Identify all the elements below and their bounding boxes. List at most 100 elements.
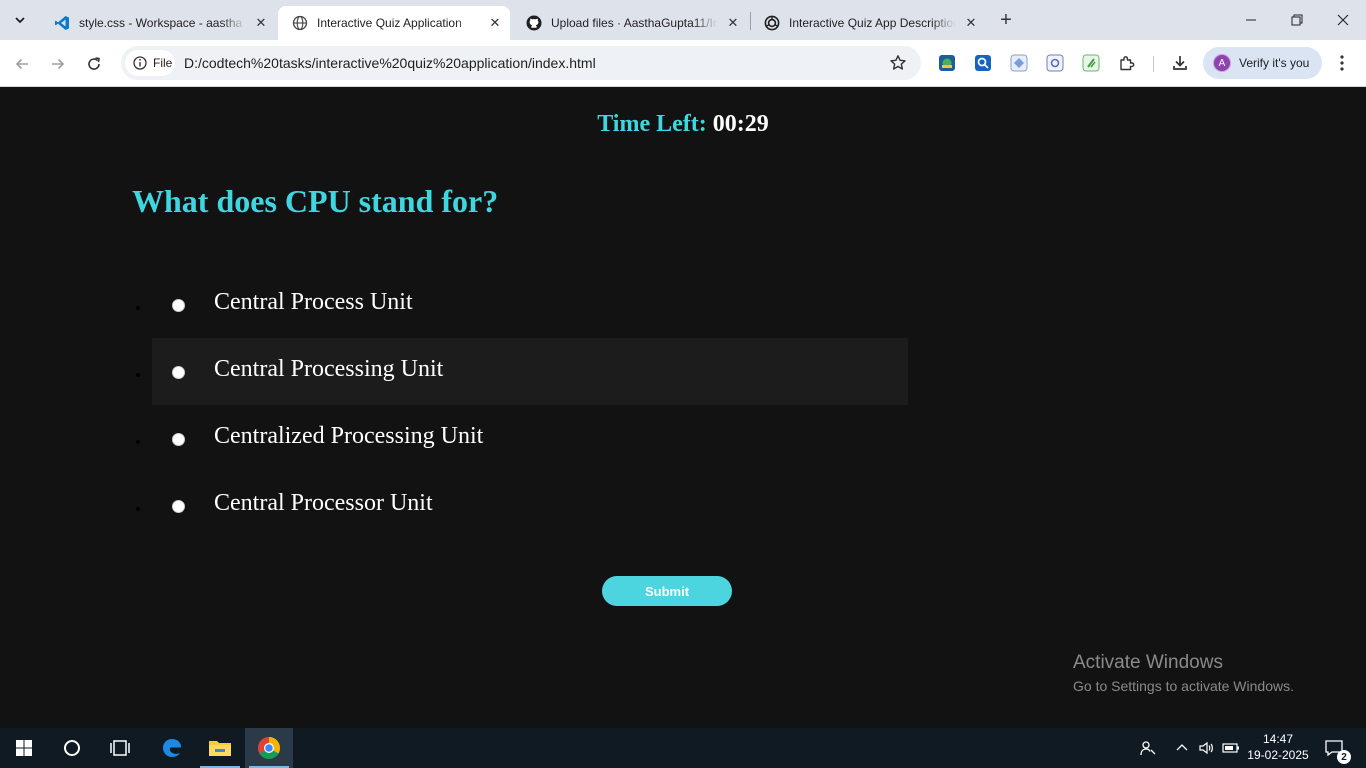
more-vertical-icon xyxy=(1340,55,1344,71)
timer-label: Time Left: xyxy=(597,111,707,137)
options-list: Central Process Unit Central Processing … xyxy=(136,271,908,539)
close-icon[interactable]: ✕ xyxy=(724,14,742,32)
chevron-up-icon xyxy=(1176,744,1188,751)
timer: Time Left: 00:29 xyxy=(0,111,1366,138)
browser-tab-strip: style.css - Workspace - aastha gupta - V… xyxy=(0,0,1366,40)
system-clock[interactable]: 14:47 19-02-2025 xyxy=(1244,731,1312,763)
option-radio[interactable] xyxy=(172,299,185,312)
reload-icon xyxy=(88,57,100,70)
extension-screenshot-icon[interactable] xyxy=(1046,54,1064,72)
tab-interactive-quiz[interactable]: Interactive Quiz Application ✕ xyxy=(278,6,510,40)
clock-time: 14:47 xyxy=(1262,732,1294,746)
question-text: What does CPU stand for? xyxy=(132,183,499,219)
minimize-icon xyxy=(1246,19,1256,21)
option-item[interactable]: Central Processor Unit xyxy=(136,472,908,539)
browser-menu-button[interactable] xyxy=(1334,53,1350,73)
speaker-icon xyxy=(1199,741,1213,755)
quiz-page: Time Left: 00:29 What does CPU stand for… xyxy=(0,87,1366,728)
file-explorer-icon xyxy=(209,741,231,756)
arrow-left-icon xyxy=(15,58,28,70)
option-label[interactable]: Central Processor Unit xyxy=(214,490,433,517)
minimize-button[interactable] xyxy=(1228,0,1274,40)
arrow-right-icon xyxy=(52,58,65,70)
globe-icon xyxy=(292,15,308,31)
option-label[interactable]: Centralized Processing Unit xyxy=(214,423,483,450)
back-button[interactable] xyxy=(8,50,36,78)
close-icon[interactable]: ✕ xyxy=(252,14,270,32)
list-bullet xyxy=(136,306,140,310)
people-button[interactable] xyxy=(1136,728,1160,768)
tab-chatgpt[interactable]: Interactive Quiz App Description ✕ xyxy=(750,6,986,40)
extension-earth-icon[interactable] xyxy=(938,54,956,72)
option-item[interactable]: Central Process Unit xyxy=(136,271,908,338)
vscode-icon xyxy=(54,15,70,31)
start-button[interactable] xyxy=(0,728,48,768)
activate-windows-watermark: Activate Windows Go to Settings to activ… xyxy=(1073,652,1294,694)
tab-vscode[interactable]: style.css - Workspace - aastha gupta - V… xyxy=(40,6,276,40)
address-bar[interactable]: File D:/codtech%20tasks/interactive%20qu… xyxy=(121,46,921,80)
tab-title: Interactive Quiz App Description xyxy=(789,16,956,30)
info-icon xyxy=(133,56,147,70)
option-radio[interactable] xyxy=(172,433,185,446)
windows-taskbar: 14:47 19-02-2025 2 xyxy=(0,728,1366,768)
battery-button[interactable] xyxy=(1220,728,1242,768)
option-item[interactable]: Central Processing Unit xyxy=(136,338,908,405)
forward-button[interactable] xyxy=(44,50,72,78)
cortana-button[interactable] xyxy=(48,728,96,768)
tab-title: Upload files · AasthaGupta11/Interactive… xyxy=(551,16,718,30)
chevron-down-icon xyxy=(15,17,25,24)
browser-toolbar: File D:/codtech%20tasks/interactive%20qu… xyxy=(0,40,1366,87)
toolbar-separator xyxy=(1153,56,1154,72)
close-icon xyxy=(1337,14,1349,26)
option-item[interactable]: Centralized Processing Unit xyxy=(136,405,908,472)
tab-search-button[interactable] xyxy=(8,8,32,32)
github-icon xyxy=(526,15,542,31)
people-icon xyxy=(1140,741,1156,756)
bookmark-star-icon[interactable] xyxy=(889,54,907,72)
cortana-icon xyxy=(64,740,80,756)
profile-label: Verify it's you xyxy=(1239,56,1310,70)
chrome-icon xyxy=(258,737,280,759)
url-text[interactable]: D:/codtech%20tasks/interactive%20quiz%20… xyxy=(184,55,596,71)
tab-title: style.css - Workspace - aastha gupta - V… xyxy=(79,16,246,30)
extensions-puzzle-icon[interactable] xyxy=(1118,54,1136,72)
watermark-title: Activate Windows xyxy=(1073,652,1223,673)
extension-search-icon[interactable] xyxy=(974,54,992,72)
list-bullet xyxy=(136,440,140,444)
taskbar-file-explorer[interactable] xyxy=(196,728,244,768)
profile-button[interactable]: A Verify it's you xyxy=(1203,47,1322,79)
notification-count-badge: 2 xyxy=(1337,750,1351,764)
timer-value: 00:29 xyxy=(712,111,769,137)
restore-button[interactable] xyxy=(1274,0,1320,40)
taskbar-chrome[interactable] xyxy=(245,728,293,768)
option-radio[interactable] xyxy=(172,500,185,513)
option-label[interactable]: Central Process Unit xyxy=(214,289,413,316)
reload-button[interactable] xyxy=(80,50,108,78)
openai-icon xyxy=(764,15,780,31)
site-info-chip[interactable]: File xyxy=(125,50,175,76)
scheme-label: File xyxy=(153,56,173,70)
tab-github-upload[interactable]: Upload files · AasthaGupta11/Interactive… xyxy=(512,6,748,40)
new-tab-button[interactable]: + xyxy=(994,8,1018,32)
task-view-button[interactable] xyxy=(96,728,144,768)
taskbar-edge[interactable] xyxy=(148,728,196,768)
option-radio[interactable] xyxy=(172,366,185,379)
battery-icon xyxy=(1222,743,1239,753)
download-icon[interactable] xyxy=(1171,54,1189,72)
option-label[interactable]: Central Processing Unit xyxy=(214,356,443,383)
extension-diamond-icon[interactable] xyxy=(1010,54,1028,72)
close-icon[interactable]: ✕ xyxy=(486,14,504,32)
windows-logo-icon xyxy=(16,740,32,756)
close-icon[interactable]: ✕ xyxy=(962,14,980,32)
show-hidden-icons-button[interactable] xyxy=(1172,728,1192,768)
edge-icon xyxy=(163,739,181,757)
clock-date: 19-02-2025 xyxy=(1247,748,1309,762)
volume-button[interactable] xyxy=(1196,728,1216,768)
window-close-button[interactable] xyxy=(1320,0,1366,40)
tab-title: Interactive Quiz Application xyxy=(317,16,462,30)
list-bullet xyxy=(136,507,140,511)
extension-clip-icon[interactable] xyxy=(1082,54,1100,72)
list-bullet xyxy=(136,373,140,377)
submit-button[interactable]: Submit xyxy=(602,576,732,606)
watermark-subtitle: Go to Settings to activate Windows. xyxy=(1073,678,1294,694)
